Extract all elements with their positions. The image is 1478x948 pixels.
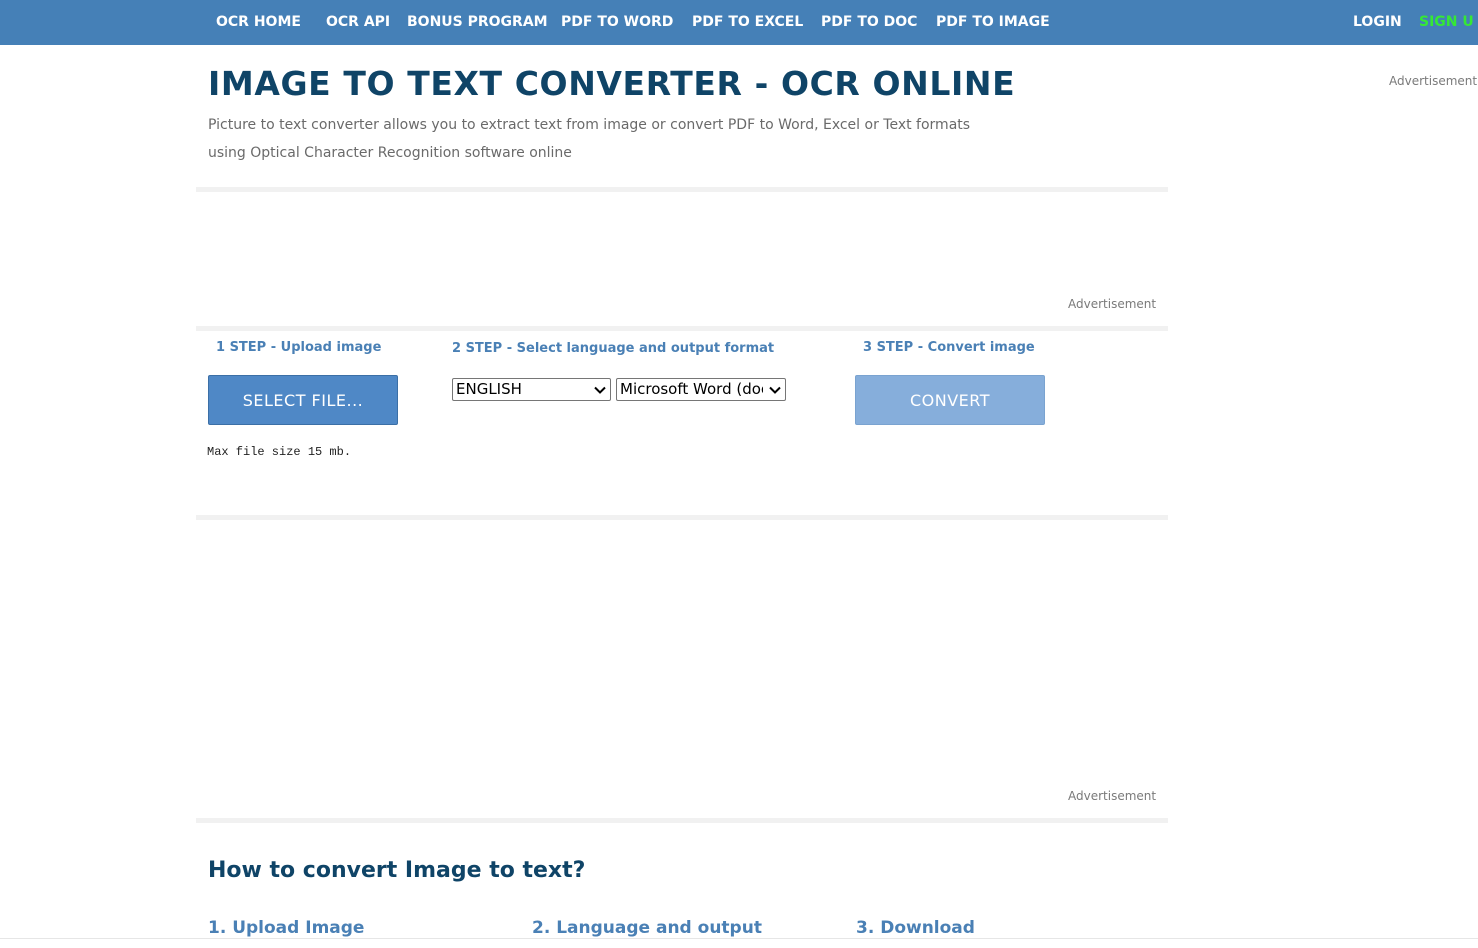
divider — [196, 515, 1168, 520]
page-description: Picture to text converter allows you to … — [208, 117, 971, 161]
viewport-bottom-edge — [0, 938, 1478, 939]
step3-label: 3 STEP - Convert image — [863, 340, 1035, 355]
how-step-upload: 1. Upload Image — [208, 918, 365, 938]
chevron-down-icon — [594, 386, 606, 394]
nav-pdf-to-doc[interactable]: PDF TO DOC — [821, 13, 917, 31]
nav-signup[interactable]: SIGN U — [1419, 13, 1474, 31]
step1-label: 1 STEP - Upload image — [216, 340, 382, 355]
how-to-title: How to convert Image to text? — [208, 858, 586, 883]
language-select-value: ENGLISH — [456, 380, 522, 398]
output-format-select-value: Microsoft Word (docx) — [620, 380, 763, 398]
nav-pdf-to-excel[interactable]: PDF TO EXCEL — [692, 13, 803, 31]
nav-pdf-to-image[interactable]: PDF TO IMAGE — [936, 13, 1050, 31]
nav-ocr-home[interactable]: OCR HOME — [216, 13, 301, 31]
divider — [196, 187, 1168, 192]
select-file-button[interactable]: SELECT FILE... — [208, 375, 398, 425]
nav-pdf-to-word[interactable]: PDF TO WORD — [561, 13, 673, 31]
nav-ocr-api[interactable]: OCR API — [326, 13, 390, 31]
advertisement-label-top: Advertisement — [1068, 297, 1157, 311]
nav-login[interactable]: LOGIN — [1353, 13, 1402, 31]
step2-label: 2 STEP - Select language and output form… — [452, 341, 775, 356]
divider — [196, 818, 1168, 823]
language-select[interactable]: ENGLISH — [452, 378, 611, 401]
max-file-size-note: Max file size 15 mb. — [207, 445, 352, 459]
convert-button[interactable]: CONVERT — [855, 375, 1045, 425]
how-step-language-output: 2. Language and output — [532, 918, 762, 938]
top-navbar: OCR HOME OCR API BONUS PROGRAM PDF TO WO… — [0, 0, 1478, 45]
advertisement-label-sidebar: Advertisement — [1389, 74, 1478, 88]
chevron-down-icon — [769, 386, 781, 394]
advertisement-label-middle: Advertisement — [1068, 789, 1157, 803]
page-title: IMAGE TO TEXT CONVERTER - OCR ONLINE — [208, 64, 1016, 103]
divider — [196, 326, 1168, 331]
nav-bonus-program[interactable]: BONUS PROGRAM — [407, 13, 548, 31]
output-format-select[interactable]: Microsoft Word (docx) — [616, 378, 786, 401]
how-step-download: 3. Download — [856, 918, 975, 938]
